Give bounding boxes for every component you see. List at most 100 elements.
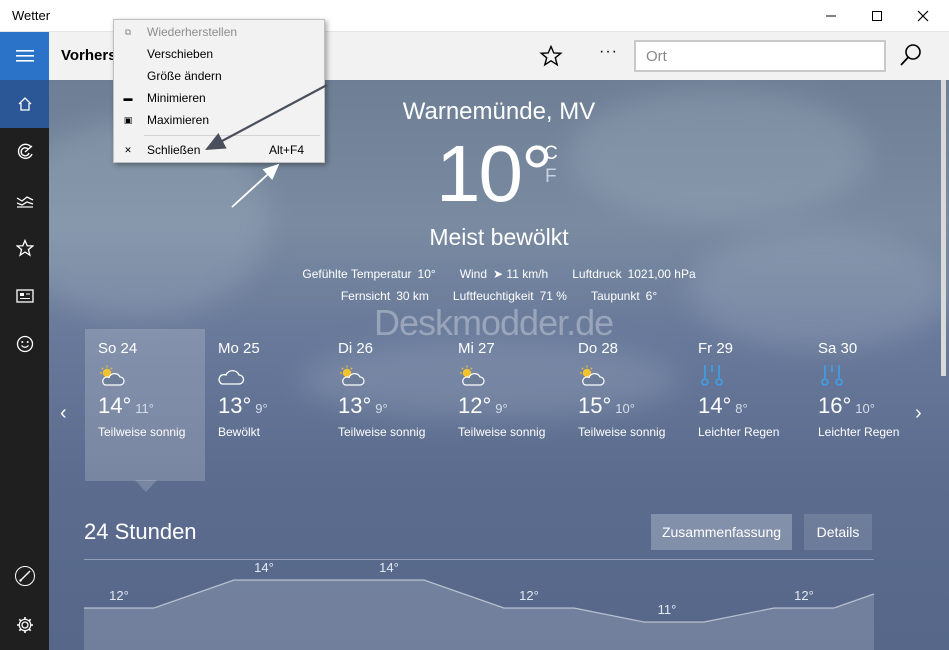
detail-dewpoint: Taupunkt 6° (590, 289, 658, 303)
current-temperature: 10° (436, 129, 553, 218)
more-options-button[interactable]: ··· (599, 43, 618, 61)
forecast-day-2[interactable]: Mo 25 13° 9° Bewölkt (205, 329, 325, 481)
forecast-description: Bewölkt (218, 425, 261, 439)
forecast-day-4[interactable]: Mi 27 12° 9° Teilweise sonnig (445, 329, 565, 481)
forecast-temps: 14° 11° (98, 393, 205, 419)
chart-icon (16, 196, 33, 208)
details-button[interactable]: Details (804, 514, 872, 550)
pen-icon (14, 566, 35, 586)
rail-item-forecast[interactable] (0, 80, 49, 128)
forecast-high: 13° (218, 393, 252, 418)
forecast-next-button[interactable]: › (915, 402, 922, 425)
menu-separator (144, 135, 320, 136)
forecast-date: So 24 (98, 340, 138, 357)
forecast-temps: 16° 10° (818, 393, 925, 419)
forecast-description: Teilweise sonnig (338, 425, 426, 439)
hourly-temp-label: 14° (379, 560, 399, 575)
hourly-temp-label: 14° (254, 560, 274, 575)
rail-item-maps[interactable] (0, 128, 49, 176)
menu-item-label: Minimieren (147, 91, 206, 105)
menu-item-4[interactable]: ▬ Minimieren (114, 88, 324, 110)
forecast-date: Do 28 (578, 340, 619, 357)
news-icon (15, 289, 34, 303)
maximize-icon (872, 11, 882, 21)
partly-sunny-icon (458, 364, 486, 388)
forecast-day-5[interactable]: Do 28 15° 10° Teilweise sonnig (565, 329, 685, 481)
location-search-box[interactable] (634, 40, 886, 72)
close-icon: ✕ (124, 144, 132, 155)
rail-item-feedback[interactable] (0, 320, 49, 368)
close-button[interactable] (900, 0, 946, 32)
minimize-button[interactable] (808, 0, 854, 32)
forecast-high: 14° (98, 393, 132, 418)
current-condition: Meist bewölkt (429, 224, 569, 250)
forecast-day-6[interactable]: Fr 29 14° 8° Leichter Regen (685, 329, 805, 481)
menu-item-5[interactable]: ▣ Maximieren (114, 110, 324, 132)
forecast-low: 10° (855, 401, 875, 416)
detail-visibility: Fernsicht 30 km (340, 289, 429, 303)
scrollbar[interactable] (938, 80, 949, 380)
forecast-low: 8° (735, 401, 748, 416)
selected-day-pointer (135, 480, 157, 492)
menu-item-label: Größe ändern (147, 69, 222, 83)
rail-item-favorites[interactable] (0, 224, 49, 272)
menu-item-1: ⧉ Wiederherstellen (114, 22, 324, 44)
hourly-temp-label: 12° (794, 588, 814, 603)
search-input[interactable] (636, 42, 884, 70)
cloudy-icon (218, 364, 246, 388)
rail-item-history[interactable] (0, 176, 49, 224)
forecast-prev-button[interactable]: ‹ (60, 402, 67, 425)
window-context-menu: ⧉ Wiederherstellen Verschieben Größe ändern… (113, 19, 325, 163)
forecast-low: 11° (135, 401, 154, 416)
forecast-date: Sa 30 (818, 340, 858, 357)
forecast-low: 9° (375, 401, 388, 416)
menu-item-label: Verschieben (147, 47, 214, 61)
menu-item-shortcut: Alt+F4 (269, 143, 305, 157)
forecast-high: 12° (458, 393, 492, 418)
menu-item-label: Schließen (147, 143, 201, 157)
light-rain-icon (698, 364, 726, 388)
forecast-low: 10° (615, 401, 635, 416)
restore-icon: ⧉ (124, 26, 132, 37)
forecast-temps: 13° 9° (338, 393, 445, 419)
forecast-description: Leichter Regen (698, 425, 780, 439)
forecast-date: Mi 27 (458, 340, 495, 357)
forecast-date: Di 26 (338, 340, 374, 357)
rail-item-colormodder[interactable] (0, 552, 49, 600)
hourly-temp-label: 11° (658, 602, 677, 617)
forecast-temps: 14° 8° (698, 393, 805, 419)
forecast-low: 9° (495, 401, 508, 416)
hourly-section-title: 24 Stunden (84, 519, 197, 544)
radar-icon (17, 143, 33, 160)
daily-forecast-strip: So 24 14° 11° Teilweise sonnig Mo 25 13° 9° Bew… (85, 329, 925, 481)
forecast-day-1[interactable]: So 24 14° 11° Teilweise sonnig (85, 329, 205, 481)
partly-sunny-icon (98, 364, 126, 388)
scrollbar-thumb[interactable] (941, 80, 946, 376)
unit-fahrenheit-toggle[interactable]: F (545, 166, 557, 188)
maximize-icon: ▣ (123, 114, 133, 125)
window-title: Wetter (12, 8, 51, 23)
hamburger-menu-button[interactable] (0, 32, 49, 80)
menu-item-2[interactable]: Verschieben (114, 44, 324, 66)
rail-item-settings[interactable] (0, 601, 49, 649)
menu-item-6[interactable]: ✕ Schließen Alt+F4 (114, 140, 324, 162)
favorite-button[interactable] (539, 44, 563, 68)
rail-item-news[interactable] (0, 272, 49, 320)
search-button[interactable] (898, 42, 924, 68)
forecast-high: 15° (578, 393, 612, 418)
unit-celsius-toggle[interactable]: C (544, 143, 558, 165)
summary-button[interactable]: Zusammenfassung (651, 514, 792, 550)
forecast-day-7[interactable]: Sa 30 16° 10° Leichter Regen (805, 329, 925, 481)
maximize-button[interactable] (854, 0, 900, 32)
forecast-temps: 15° 10° (578, 393, 685, 419)
partly-sunny-icon (578, 364, 606, 388)
menu-item-label: Maximieren (147, 113, 210, 127)
navigation-rail (0, 32, 49, 650)
forecast-day-3[interactable]: Di 26 13° 9° Teilweise sonnig (325, 329, 445, 481)
details-row-2: Fernsicht 30 km Luftfeuchtigkeit 71 % Taup… (49, 289, 949, 303)
hourly-temp-label: 12° (519, 588, 539, 603)
search-icon (900, 44, 921, 66)
minimize-icon: ▬ (123, 93, 133, 103)
menu-item-3[interactable]: Größe ändern (114, 66, 324, 88)
forecast-temps: 13° 9° (218, 393, 325, 419)
